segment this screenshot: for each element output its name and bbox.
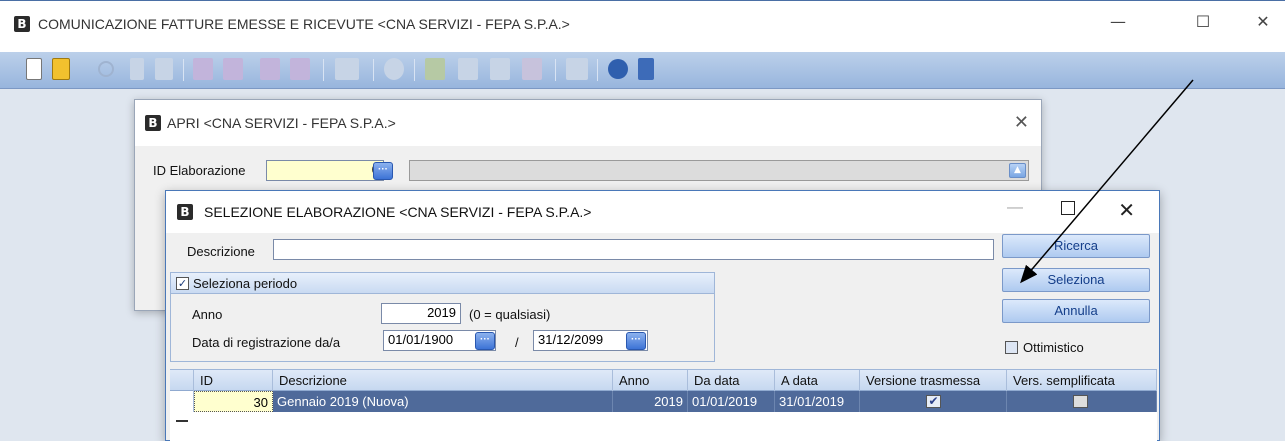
grid-indicator-header <box>170 370 194 391</box>
versione-trasmessa-checkbox[interactable]: ✔ <box>926 395 941 408</box>
tools-icon[interactable] <box>458 58 478 80</box>
cell-a-data[interactable]: 31/01/2019 <box>775 391 860 412</box>
cell-versione-trasmessa[interactable]: ✔ <box>860 391 1007 412</box>
open-folder-icon[interactable] <box>52 58 70 80</box>
grid-header-versione-trasmessa[interactable]: Versione trasmessa <box>860 370 1007 391</box>
ottimistico-checkbox[interactable] <box>1005 341 1018 354</box>
find-icon[interactable] <box>155 58 173 80</box>
selezione-close-button[interactable]: ✕ <box>1118 198 1135 222</box>
apri-dialog-titlebar: B APRI <CNA SERVIZI - FEPA S.P.A.> ✕ <box>135 100 1041 146</box>
help-icon[interactable] <box>608 59 628 79</box>
anno-hint: (0 = qualsiasi) <box>469 307 551 322</box>
delete-icon[interactable] <box>130 58 144 80</box>
table-row[interactable]: 30 Gennaio 2019 (Nuova) 2019 01/01/2019 … <box>170 391 1157 412</box>
id-elaborazione-field[interactable]: 0 <box>266 160 384 181</box>
edit4-icon[interactable] <box>290 58 310 80</box>
anno-label: Anno <box>192 307 223 322</box>
settings-icon[interactable] <box>384 58 404 80</box>
edit3-icon[interactable] <box>260 58 280 80</box>
cell-id[interactable]: 30 <box>194 391 273 412</box>
selezione-dialog-title: SELEZIONE ELABORAZIONE <CNA SERVIZI - FE… <box>204 204 592 220</box>
undo-icon[interactable] <box>98 61 114 77</box>
copy-icon[interactable] <box>490 58 510 80</box>
row-indicator <box>170 391 194 412</box>
anno-input[interactable]: 2019 <box>381 303 461 324</box>
selezione-dialog-titlebar: B SELEZIONE ELABORAZIONE <CNA SERVIZI - … <box>166 191 1159 233</box>
main-minimize-button[interactable]: — <box>1098 7 1138 37</box>
grid-header: ID Descrizione Anno Da data A data Versi… <box>170 370 1157 391</box>
app-logo-icon: B <box>14 16 30 32</box>
cell-da-data[interactable]: 01/01/2019 <box>688 391 775 412</box>
seleziona-periodo-label: Seleziona periodo <box>193 276 298 291</box>
periodo-group-header: ✓ Seleziona periodo <box>171 273 714 294</box>
toolbar-separator <box>555 59 556 81</box>
annulla-button[interactable]: Annulla <box>1002 299 1150 323</box>
toolbar-separator <box>183 59 184 81</box>
selezione-minimize-button[interactable]: — <box>1007 199 1023 217</box>
elaborazioni-grid: ID Descrizione Anno Da data A data Versi… <box>170 369 1157 441</box>
new-row-indicator-icon <box>176 420 188 422</box>
main-window-title: COMUNICAZIONE FATTURE EMESSE E RICEVUTE … <box>38 16 570 32</box>
ottimistico-label: Ottimistico <box>1023 340 1084 355</box>
cell-descrizione[interactable]: Gennaio 2019 (Nuova) <box>273 391 613 412</box>
id-elaborazione-lookup-button[interactable]: ··· <box>373 162 393 180</box>
cell-vers-semplificata[interactable] <box>1007 391 1157 412</box>
selezione-maximize-button[interactable] <box>1061 201 1075 215</box>
data-a-lookup-button[interactable]: ··· <box>626 332 646 350</box>
grid-header-a-data[interactable]: A data <box>775 370 860 391</box>
toolbar-separator <box>597 59 598 81</box>
data-separator: / <box>515 335 519 350</box>
elaborazione-combo[interactable]: ▲ <box>409 160 1029 181</box>
monitor-icon[interactable] <box>566 58 588 80</box>
toolbar-separator <box>373 59 374 81</box>
data-da-lookup-button[interactable]: ··· <box>475 332 495 350</box>
id-elaborazione-label: ID Elaborazione <box>153 163 246 178</box>
ricerca-button[interactable]: Ricerca <box>1002 234 1150 258</box>
main-toolbar <box>0 52 1285 89</box>
grid-header-anno[interactable]: Anno <box>613 370 688 391</box>
toolbar-separator <box>323 59 324 81</box>
new-document-icon[interactable] <box>26 58 42 80</box>
apri-dialog-title: APRI <CNA SERVIZI - FEPA S.P.A.> <box>167 115 396 131</box>
list-icon[interactable] <box>335 58 359 80</box>
main-close-button[interactable]: ✕ <box>1243 7 1283 37</box>
main-titlebar: B COMUNICAZIONE FATTURE EMESSE E RICEVUT… <box>0 0 1285 52</box>
data-registrazione-label: Data di registrazione da/a <box>192 335 341 350</box>
main-maximize-button[interactable]: ☐ <box>1183 7 1223 37</box>
cell-anno[interactable]: 2019 <box>613 391 688 412</box>
exit-icon[interactable] <box>638 58 654 80</box>
vers-semplificata-checkbox[interactable] <box>1073 395 1088 408</box>
grid-header-da-data[interactable]: Da data <box>688 370 775 391</box>
grid-header-vers-semplificata[interactable]: Vers. semplificata <box>1007 370 1157 391</box>
descrizione-input[interactable] <box>273 239 994 260</box>
report-icon[interactable] <box>522 58 542 80</box>
selezione-dialog: B SELEZIONE ELABORAZIONE <CNA SERVIZI - … <box>165 190 1160 441</box>
chevron-up-icon[interactable]: ▲ <box>1009 163 1026 178</box>
toolbar-separator <box>414 59 415 81</box>
edit-icon[interactable] <box>193 58 213 80</box>
seleziona-periodo-checkbox[interactable]: ✓ <box>176 277 189 290</box>
app-logo-icon: B <box>145 115 161 131</box>
descrizione-label: Descrizione <box>187 244 255 259</box>
seleziona-button[interactable]: Seleziona <box>1002 268 1150 292</box>
apri-close-button[interactable]: ✕ <box>1014 112 1029 133</box>
periodo-group: ✓ Seleziona periodo Anno 2019 (0 = quals… <box>170 272 715 362</box>
add-user-icon[interactable] <box>425 58 445 80</box>
app-logo-icon: B <box>177 204 193 220</box>
edit2-icon[interactable] <box>223 58 243 80</box>
grid-header-descrizione[interactable]: Descrizione <box>273 370 613 391</box>
grid-header-id[interactable]: ID <box>194 370 273 391</box>
